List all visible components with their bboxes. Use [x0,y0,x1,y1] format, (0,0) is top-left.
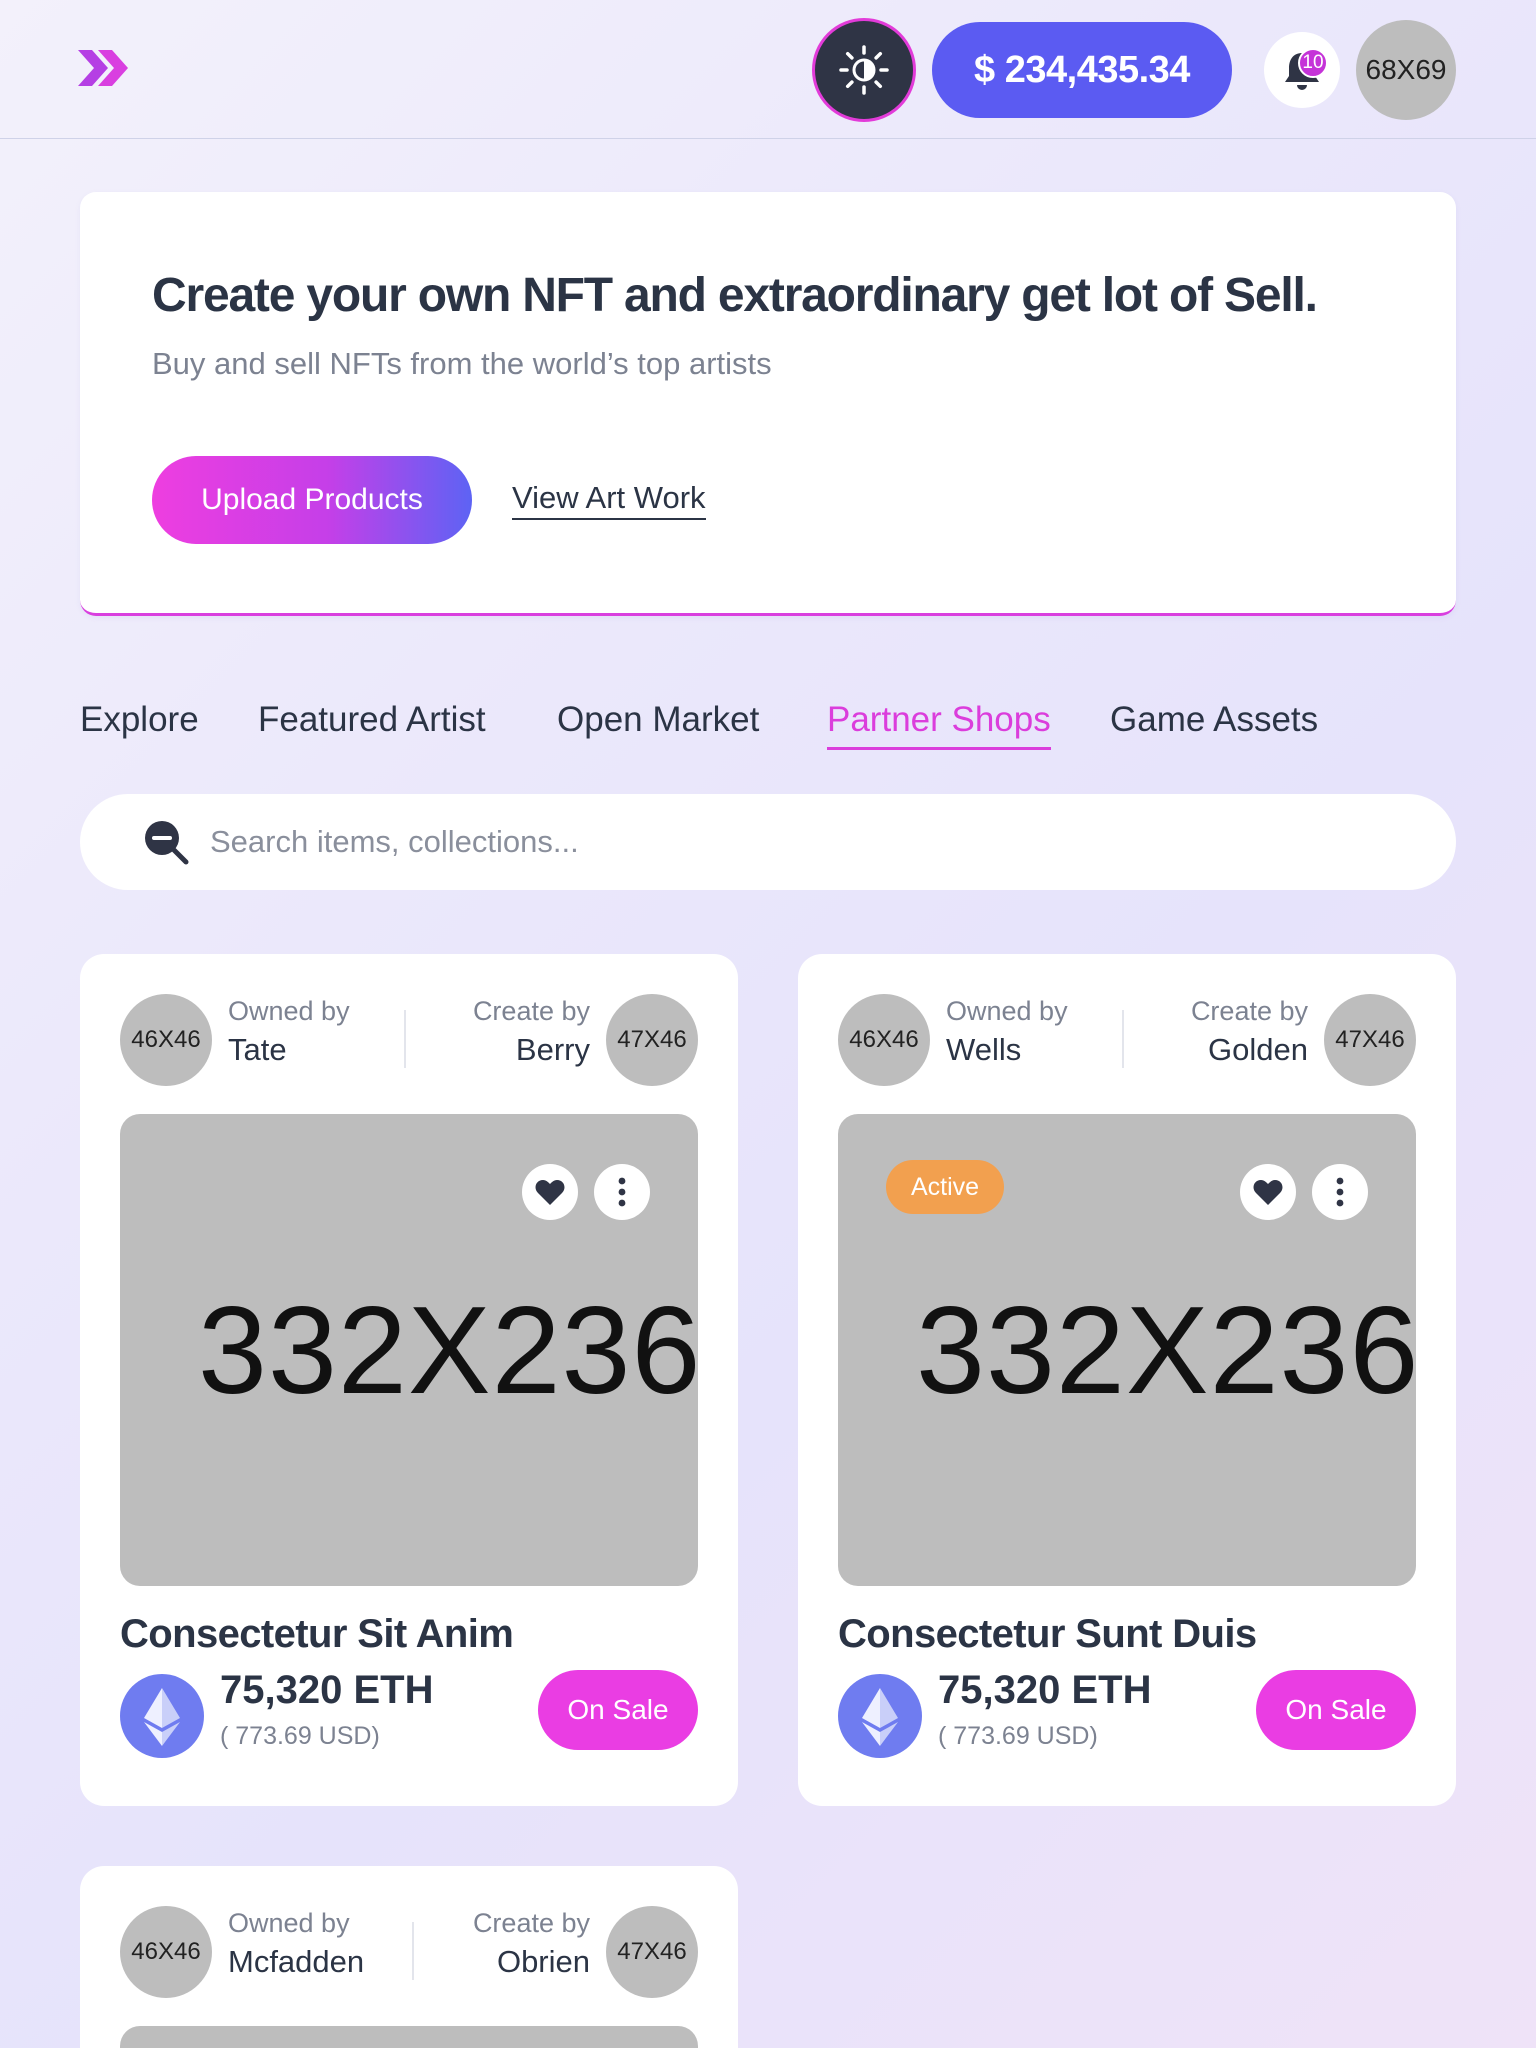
on-sale-button[interactable]: On Sale [1256,1670,1416,1750]
owner-avatar[interactable]: 46X46 [120,994,212,1086]
create-by-label: Create by [472,1908,590,1938]
nft-price: 75,320 ETH [938,1668,1152,1712]
tab-featured-artist[interactable]: Featured Artist [258,700,486,740]
sun-icon [839,45,889,95]
owner-name[interactable]: Tate [228,1032,287,1068]
nft-image[interactable] [120,2026,698,2048]
like-button[interactable] [1240,1164,1296,1220]
owner-avatar[interactable]: 46X46 [838,994,930,1086]
nft-price: 75,320 ETH [220,1668,434,1712]
owner-avatar[interactable]: 46X46 [120,1906,212,1998]
creator-avatar[interactable]: 47X46 [606,1906,698,1998]
creator-name[interactable]: Golden [1208,1032,1308,1068]
owner-name[interactable]: Mcfadden [228,1944,364,1980]
search-bar [80,794,1456,890]
heart-icon [535,1180,565,1205]
nft-title[interactable]: Consectetur Sit Anim [120,1612,514,1657]
tab-explore[interactable]: Explore [80,700,199,740]
creator-name[interactable]: Berry [516,1032,590,1068]
search-input[interactable] [210,814,1410,870]
nft-title[interactable]: Consectetur Sunt Duis [838,1612,1257,1657]
tab-partner-shops[interactable]: Partner Shops [827,700,1051,750]
owned-by-label: Owned by [946,996,1068,1026]
more-vertical-icon [618,1177,626,1207]
nft-price-usd: ( 773.69 USD) [938,1722,1098,1750]
more-vertical-icon [1336,1177,1344,1207]
nft-card[interactable]: 46X46 Owned by Tate Create by Berry 47X4… [80,954,738,1806]
nft-price-usd: ( 773.69 USD) [220,1722,380,1750]
theme-toggle-button[interactable] [812,18,916,122]
on-sale-button[interactable]: On Sale [538,1670,698,1750]
double-chevron-right-icon[interactable] [78,48,132,88]
like-button[interactable] [522,1164,578,1220]
nft-image[interactable]: 332X236 Active [838,1114,1416,1586]
notification-count-badge: 10 [1298,48,1328,78]
wallet-balance-button[interactable]: $ 234,435.34 [932,22,1232,118]
owned-by-label: Owned by [228,996,350,1026]
tab-open-market[interactable]: Open Market [557,700,759,740]
top-bar: $ 234,435.34 10 68X69 [0,0,1536,139]
heart-icon [1253,1180,1283,1205]
hero-banner: Create your own NFT and extraordinary ge… [80,192,1456,616]
meta-divider [412,1922,414,1980]
search-icon [145,821,189,865]
meta-divider [1122,1010,1124,1068]
owner-name[interactable]: Wells [946,1032,1021,1068]
ethereum-icon [838,1674,922,1758]
more-options-button[interactable] [1312,1164,1368,1220]
creator-avatar[interactable]: 47X46 [1324,994,1416,1086]
owned-by-label: Owned by [228,1908,350,1938]
hero-title: Create your own NFT and extraordinary ge… [152,269,1318,322]
ethereum-icon [120,1674,204,1758]
create-by-label: Create by [472,996,590,1026]
hero-subtitle: Buy and sell NFTs from the world’s top a… [152,346,772,381]
create-by-label: Create by [1190,996,1308,1026]
nft-image-placeholder: 332X236 [198,1282,698,1420]
status-badge: Active [886,1160,1004,1214]
nft-card[interactable]: 46X46 Owned by Mcfadden Create by Obrien… [80,1866,738,2048]
nft-card[interactable]: 46X46 Owned by Wells Create by Golden 47… [798,954,1456,1806]
nft-image[interactable]: 332X236 [120,1114,698,1586]
creator-name[interactable]: Obrien [497,1944,590,1980]
tab-game-assets[interactable]: Game Assets [1110,700,1318,740]
creator-avatar[interactable]: 47X46 [606,994,698,1086]
upload-products-button[interactable]: Upload Products [152,456,472,544]
nft-image-placeholder: 332X236 [916,1282,1416,1420]
meta-divider [404,1010,406,1068]
more-options-button[interactable] [594,1164,650,1220]
notifications-button[interactable]: 10 [1264,32,1340,108]
user-avatar[interactable]: 68X69 [1356,20,1456,120]
view-art-work-link[interactable]: View Art Work [512,480,706,520]
